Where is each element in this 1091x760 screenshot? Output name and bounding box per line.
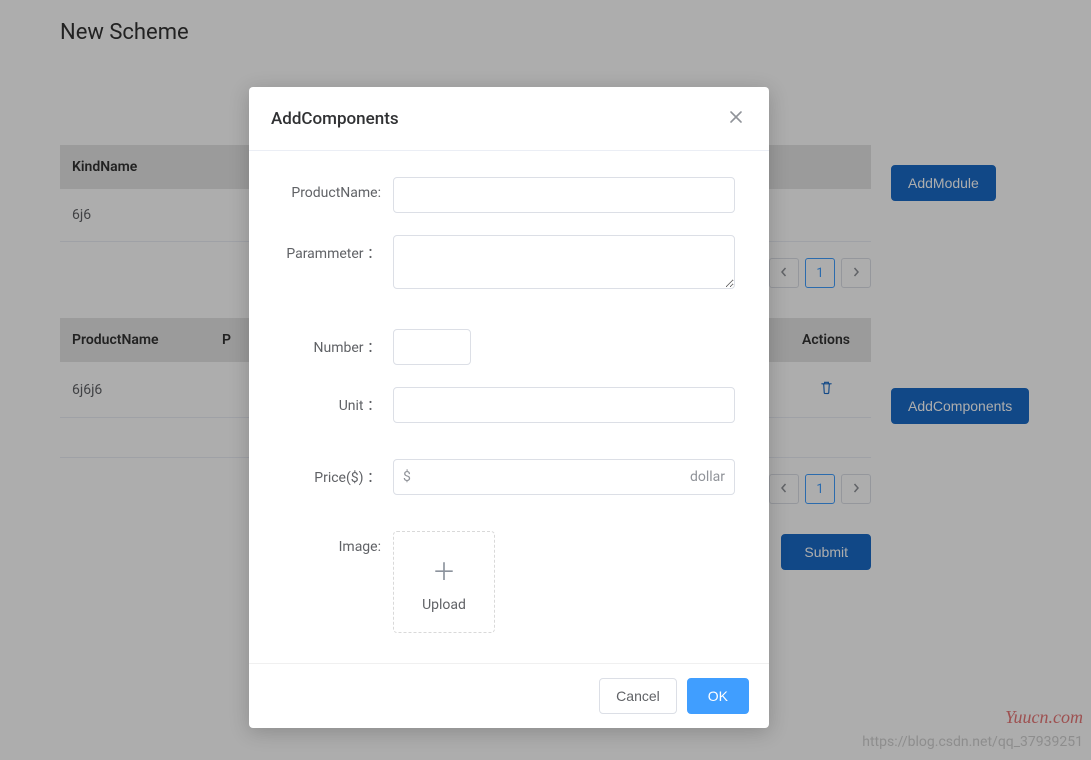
form-item-number: Number ：: [283, 329, 735, 365]
cancel-button[interactable]: Cancel: [599, 678, 677, 714]
parammeter-textarea[interactable]: [393, 235, 735, 289]
modal-header: AddComponents: [249, 87, 769, 151]
ok-button[interactable]: OK: [687, 678, 749, 714]
label-parammeter: Parammeter ：: [283, 235, 393, 263]
label-price: Price($) ：: [283, 459, 393, 487]
productname-input[interactable]: [393, 177, 735, 213]
label-number: Number ：: [283, 329, 393, 357]
modal-body: ProductName: Parammeter ： Number ： Unit …: [249, 151, 769, 663]
form-item-price: Price($) ： $ dollar: [283, 459, 735, 495]
form-item-unit: Unit ：: [283, 387, 735, 423]
modal-title: AddComponents: [271, 109, 399, 129]
unit-input[interactable]: [393, 387, 735, 423]
plus-icon: ＋: [432, 552, 456, 587]
upload-text: Upload: [422, 597, 466, 613]
form-item-productname: ProductName:: [283, 177, 735, 213]
close-icon[interactable]: [725, 105, 747, 132]
form-item-parammeter: Parammeter ：: [283, 235, 735, 293]
label-productname: ProductName:: [283, 177, 393, 201]
price-prefix: $: [403, 469, 411, 485]
form-item-image: Image: ＋ Upload: [283, 531, 735, 633]
modal-footer: Cancel OK: [249, 663, 769, 728]
price-suffix: dollar: [690, 469, 725, 485]
price-input[interactable]: [393, 459, 735, 495]
label-unit: Unit ：: [283, 387, 393, 415]
image-upload[interactable]: ＋ Upload: [393, 531, 495, 633]
number-input[interactable]: [393, 329, 471, 365]
label-image: Image:: [283, 531, 393, 555]
add-components-modal: AddComponents ProductName: Parammeter ： …: [249, 87, 769, 728]
